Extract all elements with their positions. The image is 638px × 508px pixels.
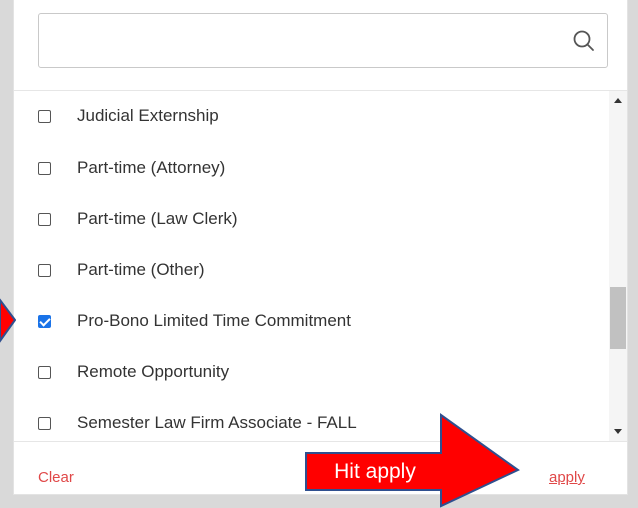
list-item[interactable]: Part-time (Other) bbox=[38, 255, 205, 285]
search-box bbox=[38, 13, 608, 68]
list-scrollbar[interactable] bbox=[609, 91, 627, 441]
checkbox-part-time-attorney[interactable] bbox=[38, 161, 51, 175]
checkbox-semester-law-firm-associate-fall[interactable] bbox=[38, 416, 51, 430]
scroll-up-arrow-icon[interactable] bbox=[614, 98, 622, 103]
checkbox-part-time-law-clerk[interactable] bbox=[38, 212, 51, 226]
option-label: Part-time (Law Clerk) bbox=[77, 209, 238, 228]
pointer-arrow-icon bbox=[0, 298, 16, 343]
option-label: Part-time (Other) bbox=[77, 260, 205, 279]
option-label: Pro-Bono Limited Time Commitment bbox=[77, 311, 351, 330]
list-item[interactable]: Part-time (Attorney) bbox=[38, 153, 225, 183]
list-item[interactable]: Judicial Externship bbox=[38, 101, 219, 131]
apply-button[interactable]: apply bbox=[549, 469, 585, 486]
filter-options-list: Judicial Externship Part-time (Attorney)… bbox=[14, 91, 609, 441]
checkbox-pro-bono-limited-time-commitment[interactable] bbox=[38, 314, 51, 328]
search-icon[interactable] bbox=[571, 28, 597, 54]
option-label: Part-time (Attorney) bbox=[77, 158, 226, 177]
clear-button[interactable]: Clear bbox=[38, 469, 74, 486]
option-label: Remote Opportunity bbox=[77, 362, 230, 381]
scroll-down-arrow-icon[interactable] bbox=[614, 429, 622, 434]
callout-label: Hit apply bbox=[334, 460, 416, 483]
list-item[interactable]: Part-time (Law Clerk) bbox=[38, 204, 238, 234]
list-item[interactable]: Pro-Bono Limited Time Commitment bbox=[38, 306, 351, 336]
list-item[interactable]: Remote Opportunity bbox=[38, 357, 229, 387]
checkbox-judicial-externship[interactable] bbox=[38, 109, 51, 123]
checkbox-remote-opportunity[interactable] bbox=[38, 365, 51, 379]
search-input[interactable] bbox=[39, 14, 559, 67]
scrollbar-thumb[interactable] bbox=[610, 287, 626, 349]
checkbox-part-time-other[interactable] bbox=[38, 263, 51, 277]
option-label: Judicial Externship bbox=[77, 106, 219, 125]
